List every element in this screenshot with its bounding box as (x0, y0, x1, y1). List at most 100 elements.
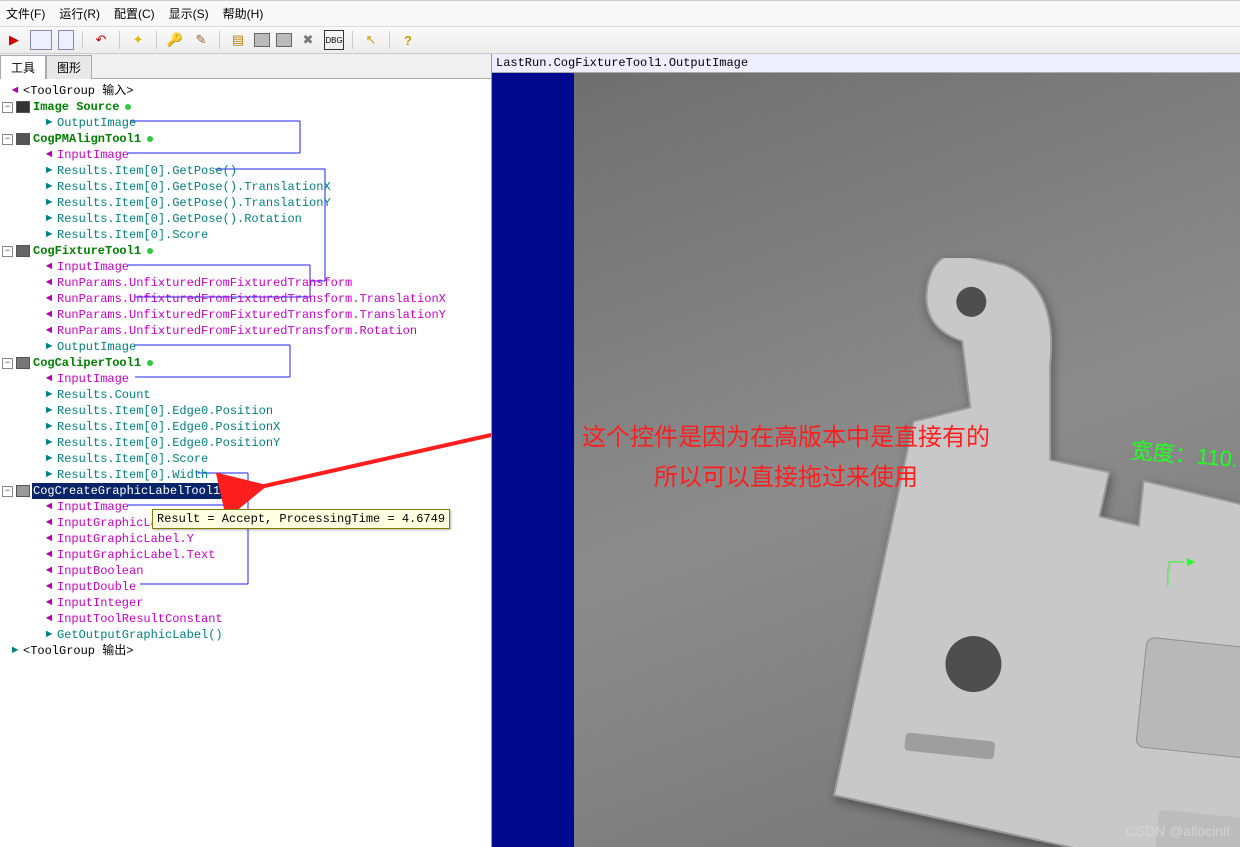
arrow-out-icon: ► (42, 339, 56, 355)
tree-node[interactable]: InputImage (56, 147, 130, 163)
arrow-in-icon: ◄ (42, 531, 56, 547)
annotation-text: 这个控件是因为在高版本中是直接有的 所以可以直接拖过来使用 (582, 418, 990, 498)
tree-node[interactable]: InputImage (56, 259, 130, 275)
tree-node[interactable]: Results.Item[0].GetPose().TranslationY (56, 195, 332, 211)
tab-strip: 工具 图形 (0, 54, 491, 79)
tree-node[interactable]: InputImage (56, 371, 130, 387)
arrow-out-icon: ► (42, 403, 56, 419)
menu-bar: 文件(F) 运行(R) 配置(C) 显示(S) 帮助(H) (0, 1, 1240, 27)
grid-icon[interactable] (254, 33, 270, 47)
arrow-out-icon: ► (42, 467, 56, 483)
tree-node[interactable]: InputInteger (56, 595, 144, 611)
image-area[interactable]: 这个控件是因为在高版本中是直接有的 所以可以直接拖过来使用 宽度：110.7 ┌… (492, 73, 1240, 847)
tree-node[interactable]: Results.Item[0].GetPose() (56, 163, 238, 179)
arrow-in-icon: ◄ (42, 323, 56, 339)
dbg-icon[interactable]: DBG (324, 30, 344, 50)
brush-icon[interactable]: ✎ (191, 30, 211, 50)
menu-show[interactable]: 显示(S) (169, 5, 209, 22)
tree-node[interactable]: GetOutputGraphicLabel() (56, 627, 224, 643)
arrow-out-icon: ► (42, 195, 56, 211)
arrow-out-icon: ► (8, 643, 22, 659)
tree-node[interactable]: <ToolGroup 输入> (22, 83, 134, 99)
tree-node-selected[interactable]: CogCreateGraphicLabelTool1 (32, 483, 233, 499)
arrow-out-icon: ► (42, 163, 56, 179)
tree-node[interactable]: RunParams.UnfixturedFromFixturedTransfor… (56, 323, 418, 339)
arrow-in-icon: ◄ (42, 291, 56, 307)
tree-node[interactable]: RunParams.UnfixturedFromFixturedTransfor… (56, 307, 447, 323)
arrow-in-icon: ◄ (42, 259, 56, 275)
watermark: CSDN @allocinit (1126, 823, 1230, 839)
arrow-in-icon: ◄ (42, 579, 56, 595)
tree-node[interactable]: InputToolResultConstant (56, 611, 224, 627)
tree-node[interactable]: InputGraphicLabel.Y (56, 531, 195, 547)
image-title: LastRun.CogFixtureTool1.OutputImage (492, 54, 1240, 73)
tab-tools[interactable]: 工具 (0, 55, 46, 79)
right-pane: LastRun.CogFixtureTool1.OutputImage (492, 54, 1240, 847)
collapse-icon[interactable]: − (2, 486, 13, 497)
tool-icon (16, 245, 30, 257)
tree-node[interactable]: Results.Count (56, 387, 152, 403)
arrow-in-icon: ◄ (42, 611, 56, 627)
tool-tree[interactable]: ◄<ToolGroup 输入> −Image Source ►OutputIma… (0, 79, 491, 847)
collapse-icon[interactable]: − (2, 358, 13, 369)
arrow-out-icon: ► (42, 419, 56, 435)
window-icon[interactable] (30, 30, 52, 50)
tree-node[interactable]: Results.Item[0].Score (56, 227, 209, 243)
tooltip: Result = Accept, ProcessingTime = 4.6749 (152, 509, 450, 529)
key-icon[interactable]: 🔑 (165, 30, 185, 50)
tree-node[interactable]: Results.Item[0].Edge0.Position (56, 403, 274, 419)
tree-node[interactable]: InputImage (56, 499, 130, 515)
collapse-icon[interactable]: − (2, 246, 13, 257)
arrow-out-icon: ► (42, 227, 56, 243)
axis-marker-icon: ┌─►│ (1164, 553, 1198, 585)
arrow-in-icon: ◄ (42, 563, 56, 579)
arrow-in-icon: ◄ (42, 275, 56, 291)
tree-node[interactable]: Results.Item[0].Score (56, 451, 209, 467)
tree-node[interactable]: OutputImage (56, 339, 137, 355)
arrow-in-icon: ◄ (42, 147, 56, 163)
tree-node[interactable]: CogCaliperTool1 (32, 355, 154, 371)
cursor-icon[interactable]: ↖ (361, 30, 381, 50)
tree-node[interactable]: Image Source (32, 99, 132, 115)
tree-node[interactable]: InputGraphicLabel.Text (56, 547, 216, 563)
tree-node[interactable]: Results.Item[0].GetPose().TranslationX (56, 179, 332, 195)
arrow-in-icon: ◄ (42, 515, 56, 531)
left-pane: 工具 图形 ◄<ToolGroup 输入> −Image Source ►Out… (0, 54, 492, 847)
tools-icon[interactable]: ✖ (298, 30, 318, 50)
tree-node[interactable]: RunParams.UnfixturedFromFixturedTransfor… (56, 275, 353, 291)
tree-node[interactable]: Results.Item[0].Edge0.PositionY (56, 435, 281, 451)
collapse-icon[interactable]: − (2, 134, 13, 145)
menu-file[interactable]: 文件(F) (6, 5, 45, 22)
arrow-out-icon: ► (42, 451, 56, 467)
arrow-out-icon: ► (42, 627, 56, 643)
arrow-out-icon: ► (42, 387, 56, 403)
tree-node[interactable]: Results.Item[0].Edge0.PositionX (56, 419, 281, 435)
main-area: 工具 图形 ◄<ToolGroup 输入> −Image Source ►Out… (0, 54, 1240, 847)
help-icon[interactable]: ? (398, 30, 418, 50)
arrow-in-icon: ◄ (42, 595, 56, 611)
tree-node[interactable]: CogPMAlignTool1 (32, 131, 154, 147)
tree-node[interactable]: InputBoolean (56, 563, 144, 579)
tab-graphics[interactable]: 图形 (46, 55, 92, 79)
tree-node[interactable]: CogFixtureTool1 (32, 243, 154, 259)
tree-node[interactable]: <ToolGroup 输出> (22, 643, 134, 659)
spark-icon[interactable]: ✦ (128, 30, 148, 50)
arrow-in-icon: ◄ (42, 371, 56, 387)
tree-node[interactable]: Results.Item[0].GetPose().Rotation (56, 211, 303, 227)
run-icon[interactable]: ▶ (4, 30, 24, 50)
arrow-out-icon: ► (42, 211, 56, 227)
sheet-icon[interactable]: ▤ (228, 30, 248, 50)
tree-node[interactable]: RunParams.UnfixturedFromFixturedTransfor… (56, 291, 447, 307)
window2-icon[interactable] (58, 30, 74, 50)
collapse-icon[interactable]: − (2, 102, 13, 113)
menu-help[interactable]: 帮助(H) (223, 5, 264, 22)
undo-icon[interactable]: ↶ (91, 30, 111, 50)
tree-node[interactable]: Results.Item[0].Width (56, 467, 209, 483)
panel-icon[interactable] (276, 33, 292, 47)
toolbar: ▶ ↶ ✦ 🔑 ✎ ▤ ✖ DBG ↖ ? (0, 27, 1240, 54)
tree-node[interactable]: OutputImage (56, 115, 137, 131)
menu-run[interactable]: 运行(R) (59, 5, 100, 22)
arrow-in-icon: ◄ (42, 547, 56, 563)
menu-config[interactable]: 配置(C) (114, 5, 155, 22)
tree-node[interactable]: InputDouble (56, 579, 137, 595)
